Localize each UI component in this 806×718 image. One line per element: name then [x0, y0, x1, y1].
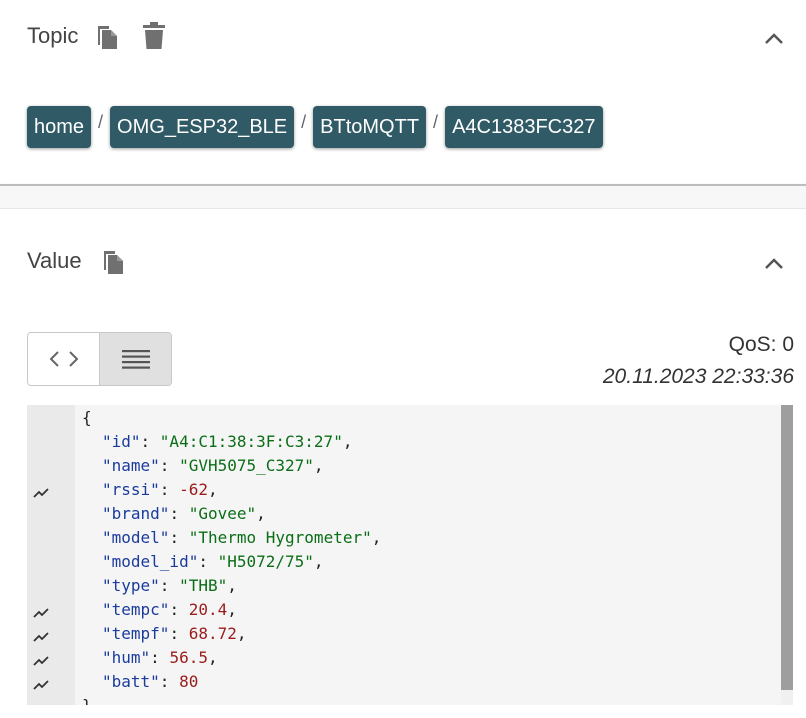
json-key: "tempc"	[102, 600, 170, 619]
json-value: "A4:C1:38:3F:C3:27"	[159, 432, 343, 451]
breadcrumb-chip-omg-esp32-ble[interactable]: OMG_ESP32_BLE	[110, 106, 295, 148]
json-value: -62	[179, 480, 208, 499]
view-mode-toggle	[27, 332, 172, 386]
topic-title: Topic	[27, 23, 79, 48]
json-key: "model"	[102, 528, 170, 547]
copy-icon[interactable]	[95, 22, 119, 50]
json-key: "batt"	[102, 672, 160, 691]
breadcrumb-separator: /	[433, 111, 439, 132]
code-view-icon[interactable]	[28, 333, 99, 385]
section-gap	[0, 186, 806, 209]
json-key: "name"	[102, 456, 160, 475]
json-value: 56.5	[169, 648, 208, 667]
chart-icon[interactable]	[33, 627, 49, 651]
topic-header: Topic	[27, 22, 166, 50]
chart-icon[interactable]	[33, 483, 49, 507]
json-value: "H5072/75"	[217, 552, 314, 571]
json-brace: {	[82, 408, 92, 427]
json-key: "brand"	[102, 504, 170, 523]
json-key: "model_id"	[102, 552, 199, 571]
json-value: "Govee"	[188, 504, 257, 523]
value-title: Value	[27, 248, 82, 273]
json-value: "THB"	[179, 576, 228, 595]
json-viewer: {"id": "A4:C1:38:3F:C3:27", "name": "GVH5…	[27, 405, 793, 705]
qos-label: QoS: 0	[728, 333, 794, 356]
breadcrumb-chip-bttomqtt[interactable]: BTtoMQTT	[313, 106, 427, 148]
chart-icon[interactable]	[33, 603, 49, 627]
chart-icon[interactable]	[33, 675, 49, 699]
json-value: 20.4	[188, 600, 228, 619]
json-value: "GVH5075_C327"	[179, 456, 314, 475]
topic-breadcrumb: home / OMG_ESP32_BLE / BTtoMQTT / A4C138…	[27, 106, 603, 148]
scrollbar-thumb[interactable]	[781, 405, 793, 690]
value-collapse-chevron-up-icon[interactable]	[762, 251, 786, 275]
copy-icon[interactable]	[101, 247, 125, 275]
json-value: 68.72	[188, 624, 237, 643]
json-key: "tempf"	[102, 624, 170, 643]
breadcrumb-chip-home[interactable]: home	[27, 106, 92, 148]
breadcrumb-separator: /	[301, 111, 307, 132]
timestamp: 20.11.2023 22:33:36	[602, 365, 794, 388]
json-key: "type"	[102, 576, 160, 595]
json-value: "Thermo Hygrometer"	[188, 528, 372, 547]
json-key: "hum"	[102, 648, 151, 667]
value-header: Value	[27, 247, 125, 275]
json-key: "rssi"	[102, 480, 160, 499]
json-key: "id"	[102, 432, 141, 451]
list-view-icon[interactable]	[99, 333, 171, 385]
chart-icon[interactable]	[33, 651, 49, 675]
json-brace: }	[82, 696, 92, 705]
breadcrumb-chip-device-id[interactable]: A4C1383FC327	[445, 106, 603, 148]
breadcrumb-separator: /	[98, 111, 104, 132]
topic-collapse-chevron-up-icon[interactable]	[762, 26, 786, 50]
json-value: 80	[179, 672, 199, 691]
delete-icon[interactable]	[142, 22, 166, 50]
